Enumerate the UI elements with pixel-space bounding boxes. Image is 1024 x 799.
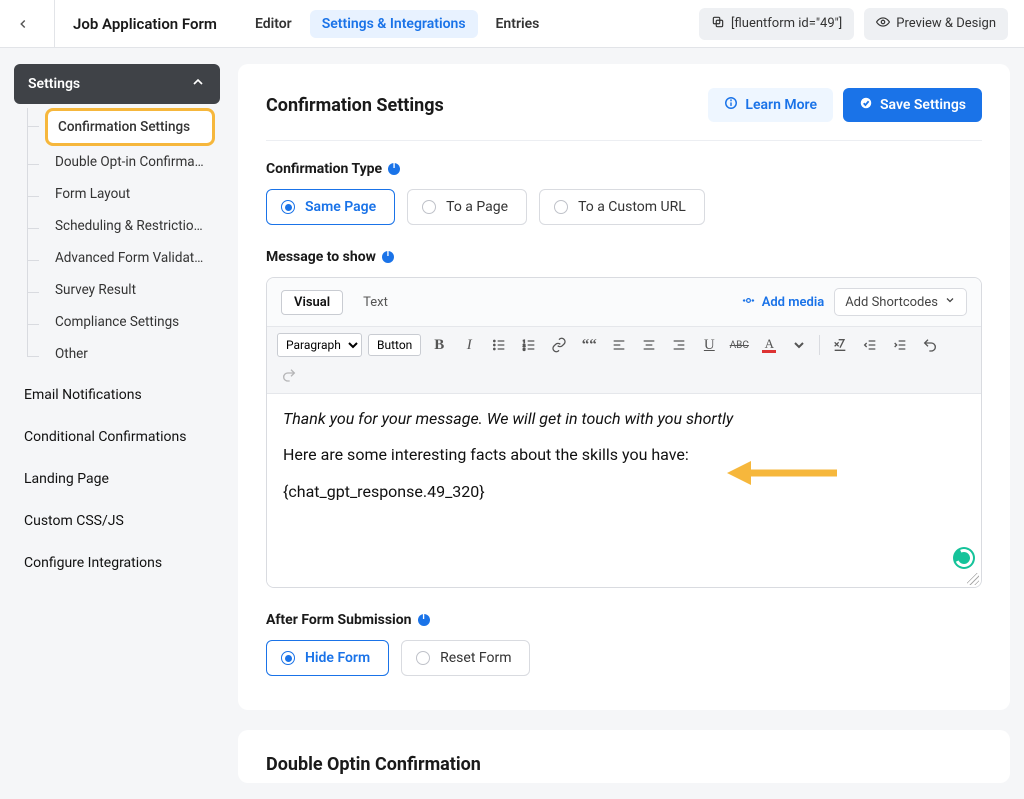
sidebar-item-compliance[interactable]: Compliance Settings [45, 306, 215, 338]
nav-configure-integrations[interactable]: Configure Integrations [14, 546, 220, 580]
info-icon[interactable] [418, 614, 430, 626]
chevron-down-icon [944, 294, 956, 310]
back-button[interactable] [10, 11, 36, 37]
preview-label: Preview & Design [896, 16, 996, 31]
confirmation-type-custom-url[interactable]: To a Custom URL [539, 189, 705, 225]
text-color-chevron-icon[interactable] [787, 333, 811, 357]
add-media-button[interactable]: Add media [741, 288, 825, 316]
sidebar: Settings Confirmation Settings Double Op… [14, 64, 220, 580]
media-icon [741, 293, 756, 312]
editor-line-1: Thank you for your message. We will get … [283, 408, 965, 430]
text-color-icon[interactable]: A [757, 333, 781, 357]
form-title: Job Application Form [73, 15, 217, 33]
shortcode-button[interactable]: [fluentform id="49"] [699, 8, 854, 40]
after-submit-reset-form[interactable]: Reset Form [401, 640, 530, 676]
eye-icon [876, 15, 890, 33]
save-label: Save Settings [880, 97, 966, 113]
add-shortcodes-dropdown[interactable]: Add Shortcodes [834, 288, 967, 316]
shortcode-text: [fluentform id="49"] [731, 16, 842, 31]
divider [54, 0, 55, 48]
undo-icon[interactable] [918, 333, 942, 357]
separator [819, 335, 820, 355]
option-label: Hide Form [305, 650, 370, 666]
bold-icon[interactable]: B [427, 333, 451, 357]
editor-content[interactable]: Thank you for your message. We will get … [267, 394, 981, 587]
align-center-icon[interactable] [637, 333, 661, 357]
tab-entries[interactable]: Entries [484, 10, 552, 38]
nav-landing-page[interactable]: Landing Page [14, 462, 220, 496]
radio-icon [281, 200, 295, 214]
info-icon [724, 96, 738, 114]
sidebar-group-label: Settings [28, 76, 80, 92]
chevron-up-icon [190, 74, 206, 94]
editor-toolbar: Paragraph Button B I 123 ““ U ABC A [267, 327, 981, 394]
nav-email-notifications[interactable]: Email Notifications [14, 378, 220, 412]
kitchen-sink-button[interactable]: Button [368, 334, 421, 356]
strikethrough-icon[interactable]: ABC [727, 333, 751, 357]
radio-icon [422, 200, 436, 214]
learn-more-label: Learn More [745, 97, 817, 113]
option-label: Reset Form [440, 650, 511, 666]
double-optin-title: Double Optin Confirmation [266, 754, 982, 775]
indent-icon[interactable] [888, 333, 912, 357]
grammarly-icon[interactable] [953, 547, 975, 569]
save-settings-button[interactable]: Save Settings [843, 88, 982, 122]
sidebar-item-advanced-validation[interactable]: Advanced Form Validati... [45, 242, 215, 274]
add-media-label: Add media [762, 295, 825, 310]
tab-settings-integrations[interactable]: Settings & Integrations [310, 10, 478, 38]
redo-icon[interactable] [277, 363, 301, 387]
editor-tab-text[interactable]: Text [351, 291, 400, 314]
clear-format-icon[interactable] [828, 333, 852, 357]
after-submission-label: After Form Submission [266, 612, 412, 628]
radio-icon [416, 651, 430, 665]
add-shortcodes-label: Add Shortcodes [845, 295, 938, 310]
page-title: Confirmation Settings [266, 95, 444, 116]
learn-more-button[interactable]: Learn More [708, 88, 833, 122]
tab-editor[interactable]: Editor [243, 10, 304, 38]
double-optin-card: Double Optin Confirmation [238, 730, 1010, 783]
message-label: Message to show [266, 249, 376, 265]
option-label: Same Page [305, 199, 376, 215]
confirmation-type-to-page[interactable]: To a Page [407, 189, 527, 225]
confirmation-settings-card: Confirmation Settings Learn More Save Se… [238, 64, 1010, 710]
after-submit-hide-form[interactable]: Hide Form [266, 640, 389, 676]
copy-icon [711, 15, 725, 33]
sidebar-item-confirmation-settings[interactable]: Confirmation Settings [45, 108, 215, 146]
radio-icon [281, 651, 295, 665]
check-icon [859, 96, 873, 114]
option-label: To a Custom URL [578, 199, 686, 215]
editor-tab-visual[interactable]: Visual [281, 290, 343, 315]
preview-design-button[interactable]: Preview & Design [864, 8, 1008, 40]
sidebar-item-scheduling[interactable]: Scheduling & Restrictions [45, 210, 215, 242]
nav-custom-css-js[interactable]: Custom CSS/JS [14, 504, 220, 538]
nav-conditional-confirmations[interactable]: Conditional Confirmations [14, 420, 220, 454]
svg-text:3: 3 [523, 346, 525, 351]
align-right-icon[interactable] [667, 333, 691, 357]
info-icon[interactable] [388, 163, 400, 175]
outdent-icon[interactable] [858, 333, 882, 357]
sidebar-item-survey-result[interactable]: Survey Result [45, 274, 215, 306]
info-icon[interactable] [382, 251, 394, 263]
numbered-list-icon[interactable]: 123 [517, 333, 541, 357]
sidebar-item-double-optin[interactable]: Double Opt-in Confirma... [45, 146, 215, 178]
rich-text-editor: Visual Text Add media Add Shortcodes [266, 277, 982, 588]
blockquote-icon[interactable]: ““ [577, 333, 601, 357]
paragraph-select[interactable]: Paragraph [277, 333, 362, 357]
option-label: To a Page [446, 199, 508, 215]
editor-line-3-shortcode: {chat_gpt_response.49_320} [283, 481, 965, 503]
link-icon[interactable] [547, 333, 571, 357]
confirmation-type-label: Confirmation Type [266, 161, 382, 177]
align-left-icon[interactable] [607, 333, 631, 357]
resize-handle[interactable] [967, 573, 979, 585]
italic-icon[interactable]: I [457, 333, 481, 357]
confirmation-type-same-page[interactable]: Same Page [266, 189, 395, 225]
editor-line-2: Here are some interesting facts about th… [283, 444, 965, 466]
bullet-list-icon[interactable] [487, 333, 511, 357]
sidebar-item-form-layout[interactable]: Form Layout [45, 178, 215, 210]
radio-icon [554, 200, 568, 214]
underline-icon[interactable]: U [697, 333, 721, 357]
sidebar-group-settings[interactable]: Settings [14, 64, 220, 104]
sidebar-item-other[interactable]: Other [45, 338, 215, 370]
